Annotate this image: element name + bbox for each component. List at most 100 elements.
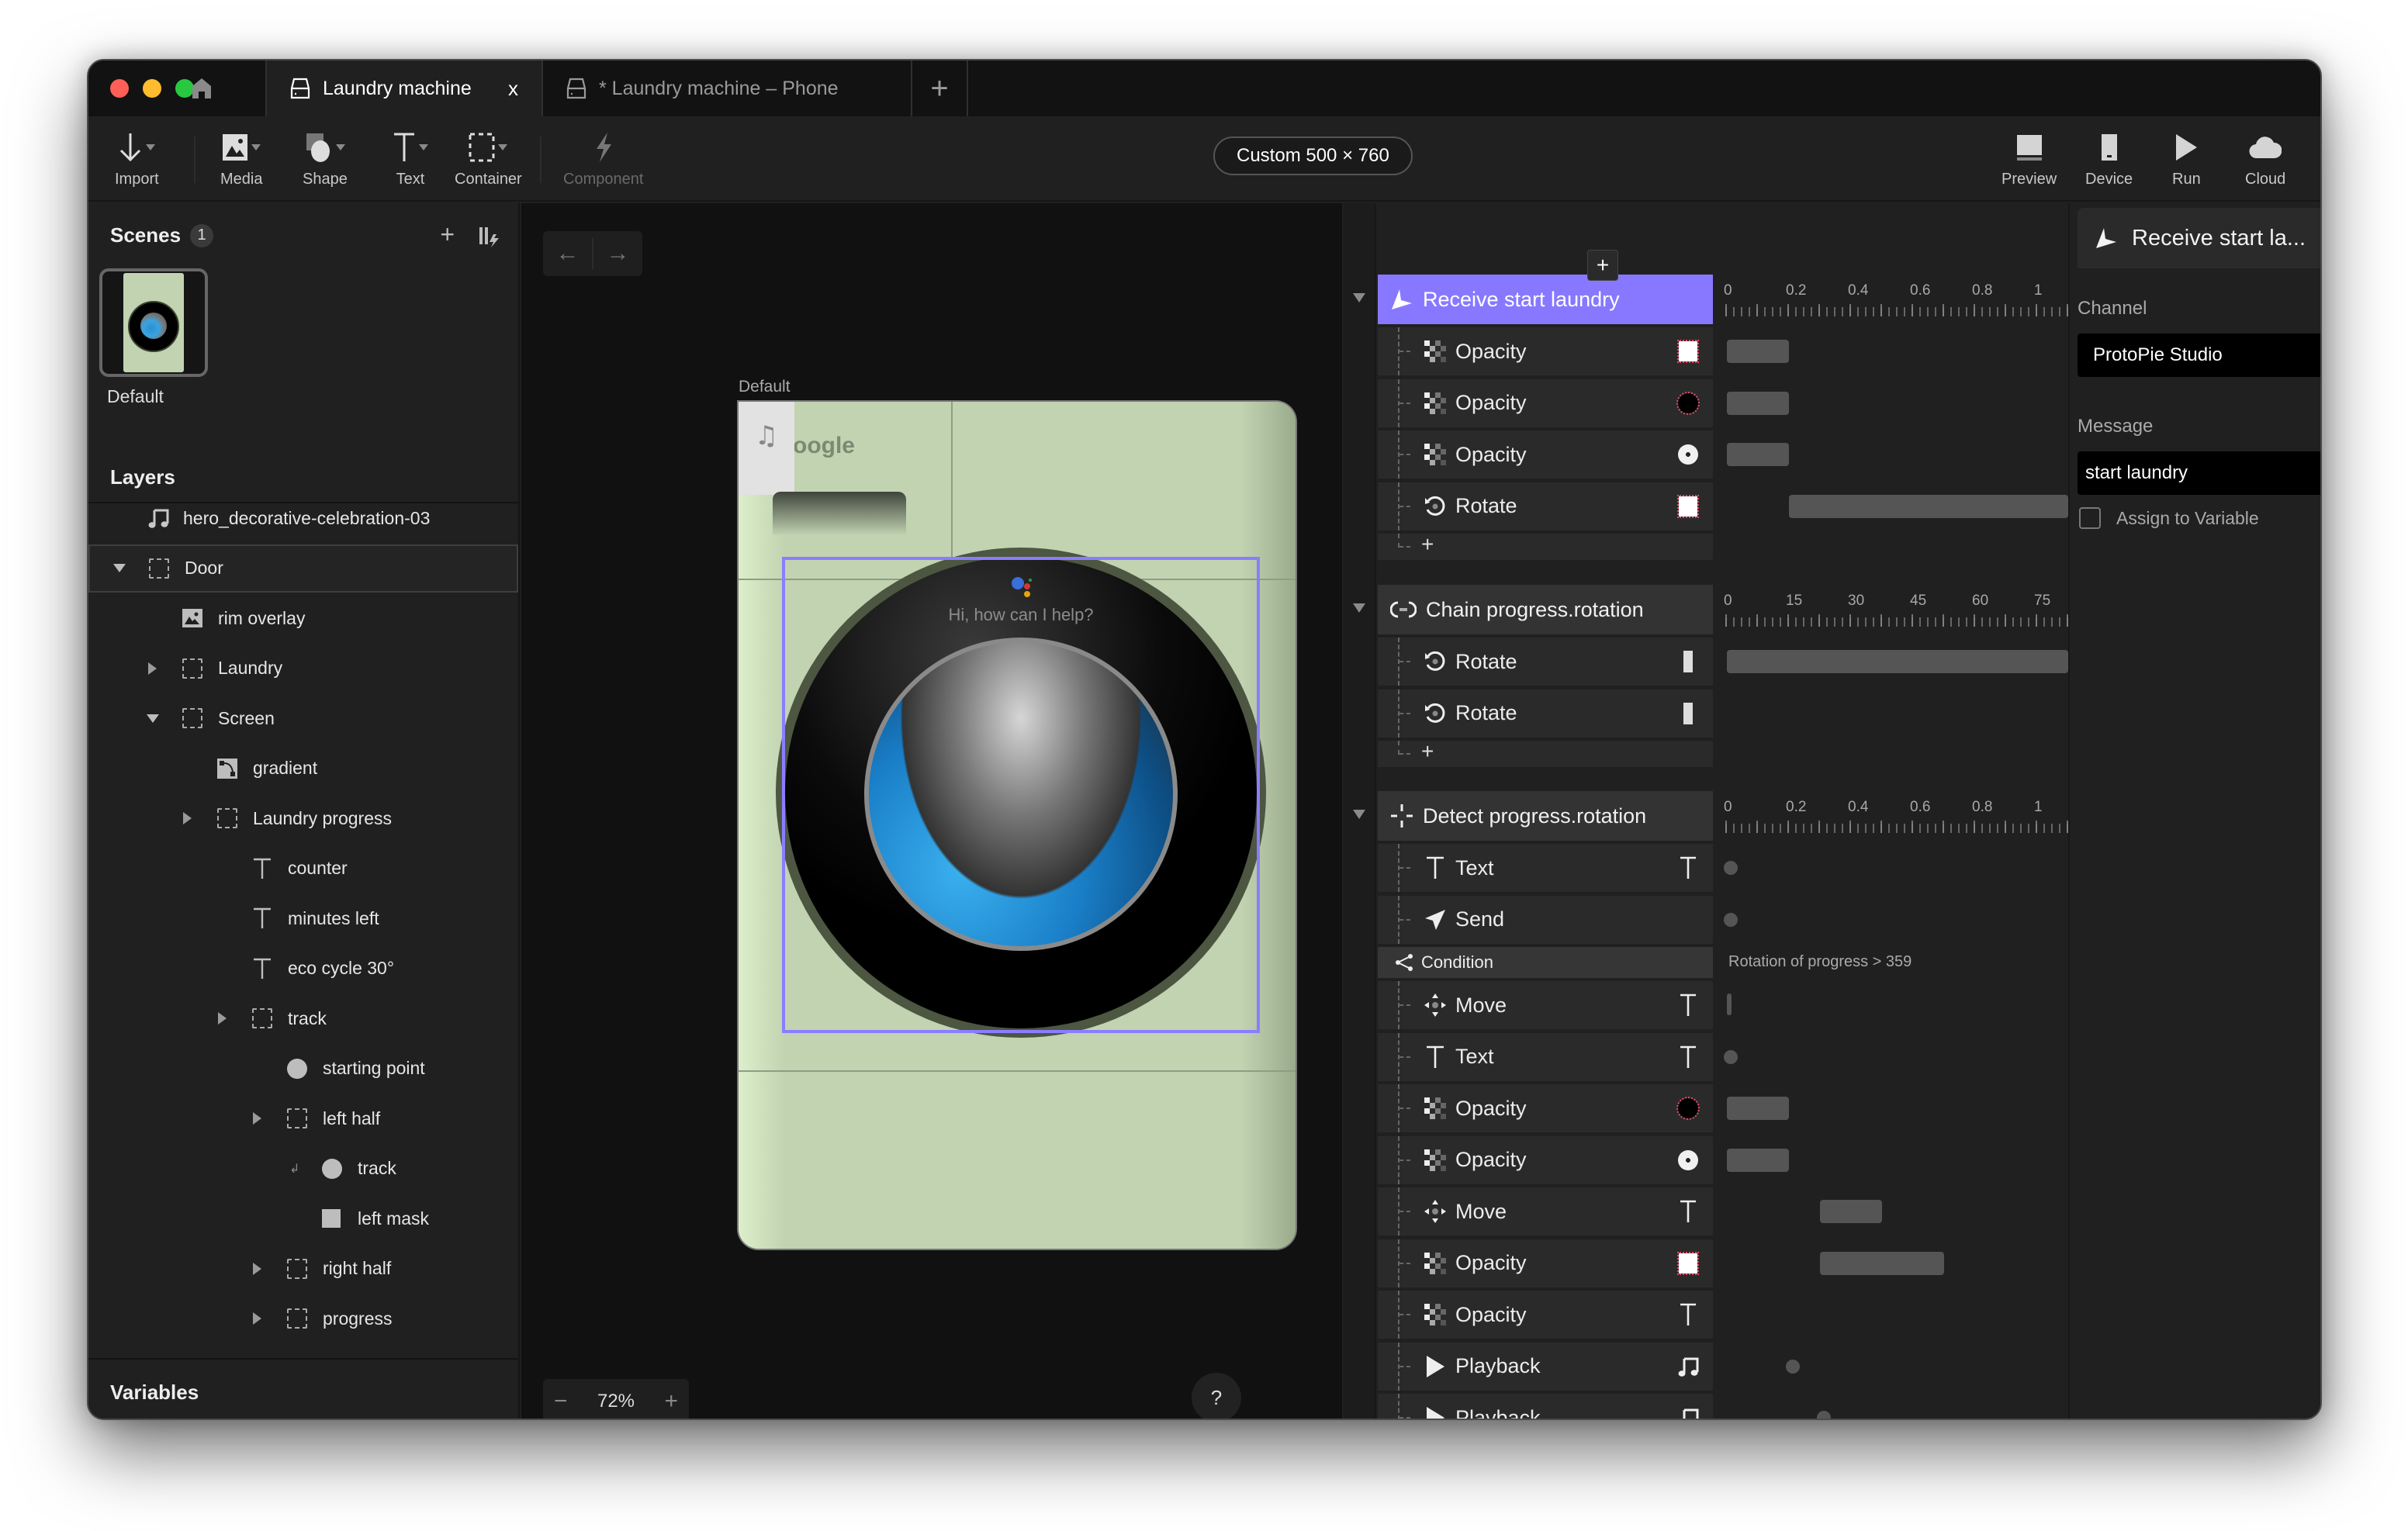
timeline-duration-bar[interactable] [1727, 1148, 1789, 1172]
response-row[interactable]: Opacity [1378, 378, 1713, 427]
layer-row[interactable]: Laundry progress [88, 794, 518, 842]
help-button[interactable]: ? [1192, 1373, 1241, 1419]
timeline-duration-bar[interactable] [1727, 443, 1789, 466]
zoom-out-button[interactable]: − [554, 1388, 568, 1415]
text-tool-button[interactable]: Text [393, 130, 428, 188]
layer-row[interactable]: starting point [88, 1045, 518, 1093]
device-size-selector[interactable]: Custom 500 × 760 [1213, 137, 1413, 175]
timeline-ruler[interactable]: 0 0.2 0.4 0.6 0.8 1 [1722, 273, 2070, 323]
expand-toggle-icon[interactable] [148, 662, 157, 675]
music-note-icon[interactable]: ♫ [739, 402, 794, 495]
shape-button[interactable]: Shape [303, 130, 348, 188]
zoom-level[interactable]: 72% [597, 1391, 635, 1412]
layer-row[interactable]: hero_decorative-celebration-03 [88, 494, 518, 542]
message-input[interactable]: start laundry [2078, 451, 2320, 495]
gradient-panel[interactable] [773, 492, 906, 535]
forward-button[interactable]: → [593, 240, 642, 267]
response-row[interactable]: Rotate [1378, 689, 1713, 738]
response-row[interactable]: Playback [1378, 1394, 1713, 1419]
response-row[interactable]: Rotate [1378, 638, 1713, 686]
response-row[interactable]: Opacity [1378, 1291, 1713, 1339]
add-response-row[interactable]: + [1378, 532, 1713, 560]
timeline-duration-bar[interactable] [1727, 340, 1789, 363]
expand-toggle-icon[interactable] [253, 1312, 261, 1325]
trigger-row[interactable]: Detect progress.rotation [1378, 791, 1713, 841]
timeline-keyframe[interactable] [1724, 912, 1738, 927]
expand-toggle-icon[interactable] [253, 1112, 261, 1125]
expand-toggle-icon[interactable] [218, 1012, 227, 1025]
layer-row[interactable]: Screen [88, 694, 518, 742]
response-row[interactable]: Opacity [1378, 1135, 1713, 1184]
new-tab-button[interactable]: + [912, 60, 968, 116]
device-button[interactable]: Device [2085, 130, 2133, 188]
tab-laundry-machine-phone[interactable]: * Laundry machine – Phone [543, 60, 912, 116]
layer-row[interactable]: eco cycle 30° [88, 945, 518, 993]
timeline-duration-bar[interactable] [1820, 1251, 1944, 1275]
add-response-button[interactable]: + [1587, 250, 1618, 281]
timeline-ruler[interactable]: 0 15 30 45 60 75 [1722, 583, 2070, 633]
expand-toggle-icon[interactable] [183, 812, 192, 824]
trigger-row[interactable]: Chain progress.rotation [1378, 585, 1713, 634]
response-row[interactable]: Text [1378, 1032, 1713, 1081]
canvas[interactable]: ← → Default oogle ♫ Hi, how can I help? … [521, 203, 1342, 1419]
response-row[interactable]: Rotate [1378, 482, 1713, 530]
cloud-button[interactable]: Cloud [2245, 130, 2285, 188]
layer-row[interactable]: Laundry [88, 645, 518, 693]
zoom-in-button[interactable]: + [664, 1388, 678, 1415]
component-button[interactable]: Component [563, 130, 643, 188]
timeline-keyframe[interactable] [1724, 861, 1738, 875]
tab-laundry-machine[interactable]: Laundry machine x [267, 60, 543, 116]
back-button[interactable]: ← [543, 240, 592, 267]
layer-row[interactable]: gradient [88, 745, 518, 793]
layer-row[interactable]: ↲ track [88, 1145, 518, 1193]
layer-row[interactable]: right half [88, 1245, 518, 1293]
timeline-duration-bar[interactable] [1727, 391, 1789, 415]
response-row[interactable]: Text [1378, 844, 1713, 892]
expand-toggle-icon[interactable] [253, 1262, 261, 1275]
layer-row[interactable]: progress [88, 1294, 518, 1343]
close-tab-button[interactable]: x [508, 77, 518, 101]
minimize-window-button[interactable] [143, 79, 161, 98]
add-response-button[interactable]: + [1421, 532, 1434, 557]
layer-row[interactable]: Door [88, 544, 518, 593]
preview-button[interactable]: Preview [2001, 130, 2057, 188]
add-scene-button[interactable]: + [440, 220, 455, 249]
variables-title[interactable]: Variables [110, 1381, 199, 1405]
scene-flow-icon[interactable] [478, 225, 501, 248]
response-row[interactable]: Opacity [1378, 430, 1713, 479]
timeline-ruler[interactable]: 0 0.2 0.4 0.6 0.8 1 [1722, 790, 2070, 839]
timeline-keyframe[interactable] [1724, 1049, 1738, 1064]
response-row[interactable]: Move [1378, 1187, 1713, 1236]
layer-row[interactable]: counter [88, 845, 518, 893]
layer-row[interactable]: rim overlay [88, 594, 518, 642]
collapse-group-icon[interactable] [1353, 603, 1365, 613]
timeline-duration-bar[interactable] [1727, 650, 2068, 673]
container-button[interactable]: Container [455, 130, 522, 188]
response-row[interactable]: Opacity [1378, 1239, 1713, 1287]
condition-row[interactable]: Condition [1378, 947, 1713, 978]
channel-select[interactable]: ProtoPie Studio [2078, 334, 2320, 377]
layer-row[interactable]: minutes left [88, 894, 518, 942]
response-row[interactable]: Send [1378, 895, 1713, 944]
run-button[interactable]: Run [2172, 130, 2201, 188]
scene-thumbnail-default[interactable] [99, 268, 208, 377]
selection-box[interactable] [782, 557, 1260, 1033]
timeline-keyframe[interactable] [1817, 1411, 1831, 1419]
import-button[interactable]: Import [115, 130, 159, 188]
home-button[interactable] [172, 60, 231, 116]
layer-row[interactable]: left mask [88, 1194, 518, 1242]
timeline-duration-bar[interactable] [1789, 494, 2068, 518]
assign-variable-checkbox[interactable]: Assign to Variable [2079, 507, 2259, 529]
media-button[interactable]: Media [220, 130, 262, 188]
timeline-keyframe[interactable] [1786, 1359, 1800, 1374]
timeline-duration-bar[interactable] [1820, 1200, 1882, 1223]
timeline-keyframe[interactable] [1727, 994, 1732, 1015]
collapse-group-icon[interactable] [1353, 293, 1365, 302]
expand-toggle-icon[interactable] [113, 564, 126, 572]
checkbox[interactable] [2079, 507, 2101, 529]
response-row[interactable]: Move [1378, 981, 1713, 1029]
trigger-row[interactable]: Receive start laundry [1378, 275, 1713, 324]
layer-row[interactable]: left half [88, 1094, 518, 1142]
response-row[interactable]: Playback [1378, 1342, 1713, 1391]
layer-row[interactable]: track [88, 994, 518, 1042]
